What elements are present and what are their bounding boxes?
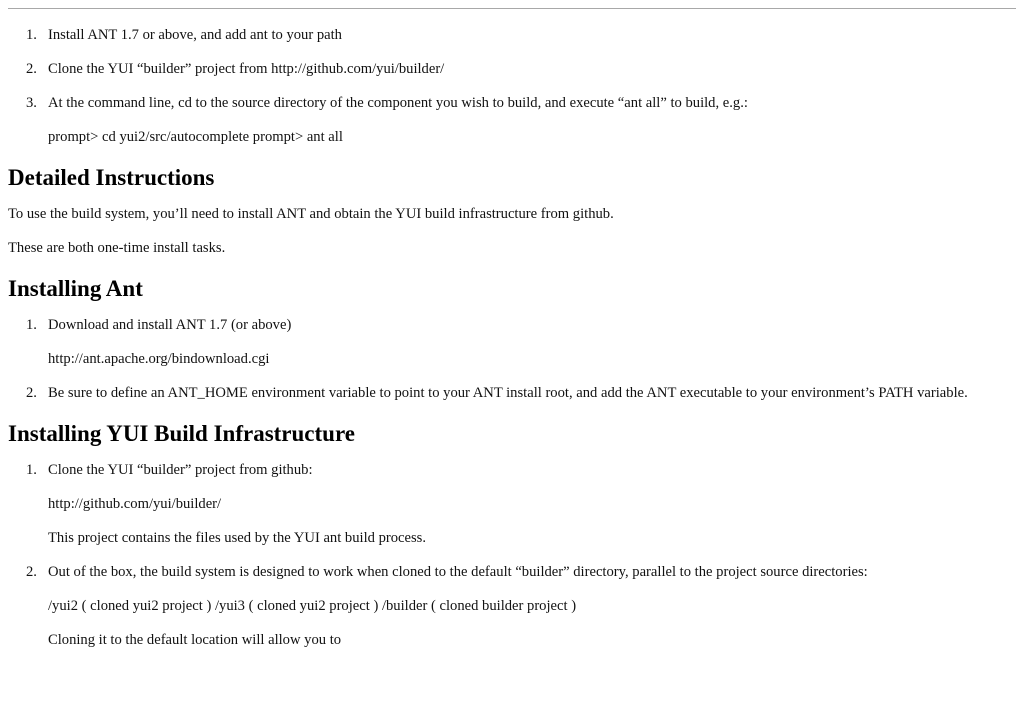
paragraph: This project contains the files used by … (48, 530, 426, 546)
url-text: http://github.com/yui/builder/ (48, 496, 222, 512)
list-item-text: At the command line, cd to the source di… (48, 95, 748, 111)
list-item: 2. Be sure to define an ANT_HOME environ… (8, 384, 1008, 402)
quick-steps-list: 1. Install ANT 1.7 or above, and add ant… (8, 26, 1008, 146)
list-item-text: Clone the YUI “builder” project from htt… (48, 61, 445, 77)
list-item-text: Be sure to define an ANT_HOME environmen… (48, 385, 968, 401)
list-item: 2. Out of the box, the build system is d… (8, 563, 1008, 649)
list-number: 1. (26, 462, 37, 478)
paragraph: These are both one-time install tasks. (8, 240, 226, 256)
list-item: 3. At the command line, cd to the source… (8, 94, 1008, 146)
list-item: 1. Install ANT 1.7 or above, and add ant… (8, 26, 1008, 44)
list-item-text: Install ANT 1.7 or above, and add ant to… (48, 27, 342, 43)
list-number: 2. (26, 564, 37, 580)
list-number: 1. (26, 317, 37, 333)
heading-detailed-instructions: Detailed Instructions (8, 165, 215, 190)
ant-steps-list: 1. Download and install ANT 1.7 (or abov… (8, 316, 1008, 402)
heading-installing-yui-build: Installing YUI Build Infrastructure (8, 421, 355, 446)
list-item: 1. Clone the YUI “builder” project from … (8, 461, 1008, 547)
list-number: 3. (26, 95, 37, 111)
list-item-text: Clone the YUI “builder” project from git… (48, 462, 313, 478)
document-content: 1. Install ANT 1.7 or above, and add ant… (8, 9, 1008, 649)
paragraph: Cloning it to the default location will … (48, 632, 342, 648)
heading-installing-ant: Installing Ant (8, 276, 143, 301)
list-number: 1. (26, 27, 37, 43)
list-item: 2. Clone the YUI “builder” project from … (8, 60, 1008, 78)
command-example: prompt> cd yui2/src/autocomplete prompt>… (48, 129, 343, 145)
list-number: 2. (26, 61, 37, 77)
url-text: http://ant.apache.org/bindownload.cgi (48, 351, 270, 367)
yui-steps-list: 1. Clone the YUI “builder” project from … (8, 461, 1008, 649)
list-number: 2. (26, 385, 37, 401)
directory-layout: /yui2 ( cloned yui2 project ) /yui3 ( cl… (48, 598, 577, 614)
paragraph: To use the build system, you’ll need to … (8, 206, 614, 222)
list-item-text: Out of the box, the build system is desi… (48, 564, 868, 580)
list-item: 1. Download and install ANT 1.7 (or abov… (8, 316, 1008, 368)
list-item-text: Download and install ANT 1.7 (or above) (48, 317, 292, 333)
